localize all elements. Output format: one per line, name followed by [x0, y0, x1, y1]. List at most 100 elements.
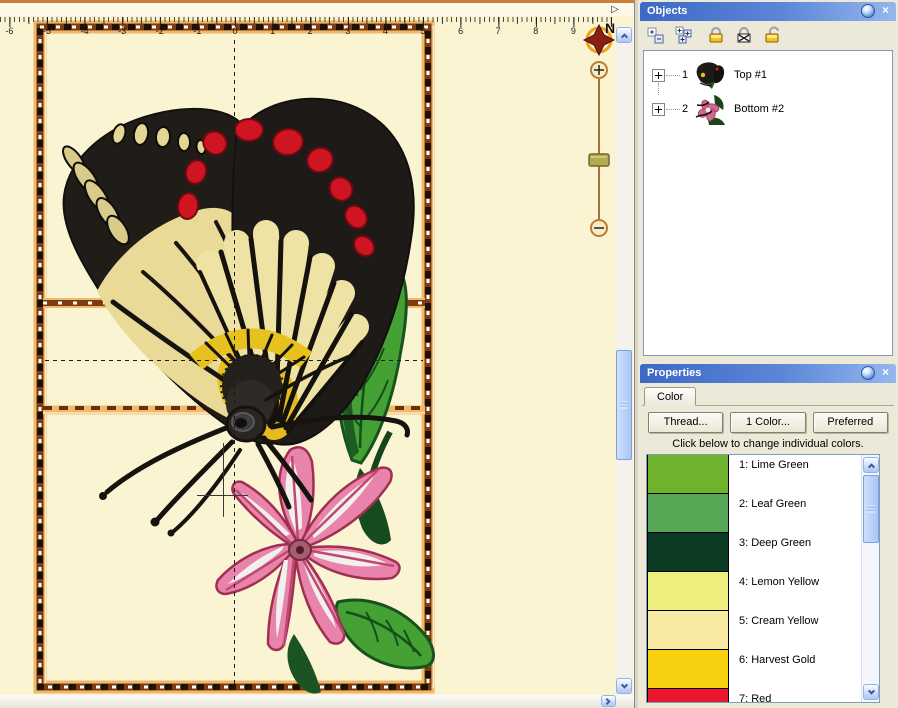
objects-panel-title: Objects — [647, 5, 687, 17]
object-number: 2 — [682, 103, 688, 115]
object-thumbnail-flower — [694, 93, 728, 127]
ruler-label: 0 — [232, 26, 237, 36]
chevron-down-icon — [867, 687, 874, 694]
scroll-down-button[interactable] — [863, 684, 879, 700]
color-buttons-row: Thread... 1 Color... Preferred — [648, 412, 888, 433]
object-number: 1 — [682, 69, 688, 81]
ruler-label: 8 — [533, 26, 538, 36]
ruler-label: 6 — [458, 26, 463, 36]
color-label: 2: Leaf Green — [739, 498, 806, 510]
design-canvas[interactable]: ▷ — [0, 0, 634, 708]
color-list[interactable]: 1: Lime Green 2: Leaf Green 3: Deep Green 4… — [646, 454, 880, 703]
color-row[interactable]: 3: Deep Green — [647, 533, 879, 572]
color-row[interactable]: 5: Cream Yellow — [647, 611, 879, 650]
color-row[interactable]: 1: Lime Green — [647, 455, 879, 494]
ruler-label: -4 — [81, 26, 89, 36]
preferred-button[interactable]: Preferred — [813, 412, 888, 433]
color-swatch[interactable] — [647, 571, 729, 611]
thumb-grip — [620, 402, 628, 409]
close-icon[interactable]: × — [878, 366, 893, 380]
scroll-right-button[interactable] — [601, 695, 616, 707]
horizontal-ruler: -6 -5 -4 -3 -2 -1 0 1 2 3 4 5 6 7 8 9 — [0, 26, 614, 38]
help-icon[interactable] — [861, 366, 875, 380]
color-label: 1: Lime Green — [739, 459, 809, 471]
color-label: 3: Deep Green — [739, 537, 811, 549]
side-panels: Objects × 1 — [638, 0, 898, 708]
object-thumbnail-butterfly — [694, 59, 728, 93]
help-icon[interactable] — [861, 4, 875, 18]
scrollbar-thumb[interactable] — [616, 350, 632, 460]
ruler-label: -3 — [118, 26, 126, 36]
objects-toolbar — [642, 22, 894, 48]
color-row[interactable]: 4: Lemon Yellow — [647, 572, 879, 611]
ruler-label: 5 — [420, 26, 425, 36]
zoom-in-button[interactable] — [591, 62, 607, 78]
thumb-grip — [867, 506, 875, 513]
application-window: ▷ — [0, 0, 898, 708]
properties-tabs: Color — [642, 388, 894, 406]
color-swatch[interactable] — [647, 649, 729, 689]
properties-panel-titlebar[interactable]: Properties × — [640, 364, 896, 383]
color-swatch[interactable] — [647, 454, 729, 494]
color-label: 5: Cream Yellow — [739, 615, 819, 627]
zoom-slider[interactable] — [589, 62, 609, 236]
color-swatch[interactable] — [647, 493, 729, 533]
expand-node-button[interactable] — [652, 103, 665, 116]
scroll-up-button[interactable] — [616, 27, 632, 43]
tree-connector — [666, 109, 680, 110]
objects-panel-titlebar[interactable]: Objects × — [640, 2, 896, 21]
ruler-label: 9 — [571, 26, 576, 36]
zoom-out-button[interactable] — [591, 220, 607, 236]
ruler-label: 1 — [270, 26, 275, 36]
color-swatch[interactable] — [647, 532, 729, 572]
thread-button[interactable]: Thread... — [648, 412, 723, 433]
color-swatch[interactable] — [647, 688, 729, 703]
embroidery-scene: N — [0, 0, 634, 708]
properties-panel-title: Properties — [647, 367, 701, 379]
ruler-label: -1 — [193, 26, 201, 36]
expand-node-button[interactable] — [652, 69, 665, 82]
color-swatch[interactable] — [647, 610, 729, 650]
ruler-label: 4 — [383, 26, 388, 36]
ruler-label: -5 — [43, 26, 51, 36]
color-row[interactable]: 2: Leaf Green — [647, 494, 879, 533]
ruler-label: -6 — [5, 26, 13, 36]
object-label: Bottom #2 — [734, 103, 784, 115]
ruler-label: 3 — [345, 26, 350, 36]
group-tree-icon[interactable] — [674, 25, 694, 45]
scrollbar-thumb[interactable] — [863, 475, 879, 543]
color-instruction-text: Click below to change individual colors. — [638, 438, 898, 450]
chevron-up-icon — [620, 33, 627, 40]
scroll-up-button[interactable] — [863, 457, 879, 473]
chevron-right-icon — [604, 697, 611, 704]
tree-connector — [666, 75, 680, 76]
color-label: 7: Red — [739, 693, 771, 703]
tab-color[interactable]: Color — [644, 387, 696, 406]
color-row[interactable]: 6: Harvest Gold — [647, 650, 879, 689]
color-list-scrollbar[interactable] — [861, 455, 879, 702]
ruler-label: 2 — [308, 26, 313, 36]
object-thumbnail[interactable] — [694, 93, 728, 132]
color-label: 4: Lemon Yellow — [739, 576, 819, 588]
object-row[interactable]: 2 Bottom #2 — [644, 93, 892, 127]
object-label: Top #1 — [734, 69, 767, 81]
object-row[interactable]: 1 Top #1 — [644, 59, 892, 93]
lock-closed-icon[interactable] — [706, 25, 726, 45]
close-icon[interactable]: × — [878, 4, 893, 18]
ruler-label: 7 — [496, 26, 501, 36]
scroll-down-button[interactable] — [616, 678, 632, 694]
chevron-up-icon — [867, 463, 874, 470]
expand-tree-icon[interactable] — [646, 25, 666, 45]
embroidery-design[interactable] — [59, 99, 434, 694]
one-color-button[interactable]: 1 Color... — [730, 412, 805, 433]
canvas-vertical-scrollbar[interactable] — [616, 26, 633, 695]
canvas-horizontal-scrollbar[interactable] — [0, 695, 634, 708]
objects-list[interactable]: 1 Top #12 Bottom #2 — [643, 50, 893, 356]
ruler-label: -2 — [156, 26, 164, 36]
color-rows: 1: Lime Green 2: Leaf Green 3: Deep Green 4… — [647, 455, 879, 703]
lock-cross-icon[interactable] — [734, 25, 754, 45]
lock-open-icon[interactable] — [762, 25, 782, 45]
chevron-down-icon — [620, 681, 627, 688]
zoom-slider-handle[interactable] — [589, 154, 609, 166]
color-row[interactable]: 7: Red — [647, 689, 879, 703]
